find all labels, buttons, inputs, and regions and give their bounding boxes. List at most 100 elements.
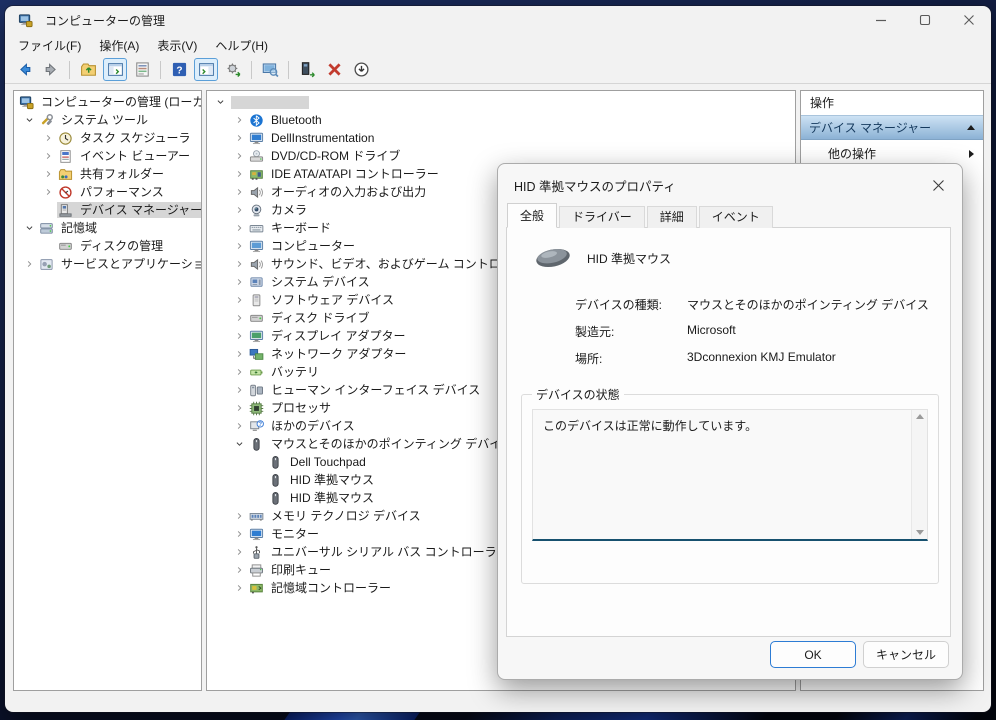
menu-bar: ファイル(F)操作(A)表示(V)ヘルプ(H) [5,34,991,56]
console-tree-item-5[interactable]: パフォーマンス [14,183,201,201]
ok-button[interactable]: OK [770,641,856,668]
disk-drive-icon [248,311,265,326]
chevron-right-icon[interactable] [230,148,248,164]
console-tree-item-1[interactable]: システム ツール [14,111,201,129]
chevron-down-icon[interactable] [230,436,248,452]
disk-management-icon [57,239,74,254]
console-tree-item-2[interactable]: タスク スケジューラ [14,129,201,147]
chevron-right-icon[interactable] [230,418,248,434]
disable-device-button[interactable] [349,58,373,81]
scroll-up-icon[interactable] [916,414,924,419]
chevron-right-icon[interactable] [230,544,248,560]
chevron-right-icon[interactable] [39,130,57,146]
uninstall-device-button[interactable] [322,58,346,81]
console-tree-item-8[interactable]: ディスクの管理 [14,237,201,255]
back-button[interactable] [12,58,36,81]
properties-button[interactable] [130,58,154,81]
dvd-drive-icon [248,149,265,164]
chevron-slot [249,454,267,470]
scan-hardware-button[interactable] [221,58,245,81]
tree-item-label: サービスとアプリケーション [58,255,202,273]
chevron-right-icon[interactable] [230,310,248,326]
chevron-right-icon[interactable] [230,184,248,200]
chevron-right-icon[interactable] [230,580,248,596]
dialog-close-button[interactable] [925,173,951,197]
chevron-right-icon[interactable] [230,292,248,308]
tab-driver[interactable]: ドライバー [559,206,645,228]
console-tree-icon [107,61,124,78]
chevron-right-icon[interactable] [230,220,248,236]
chevron-right-icon[interactable] [39,148,57,164]
scroll-down-icon[interactable] [916,530,924,535]
device-item-1[interactable]: Bluetooth [207,111,795,129]
maximize-button[interactable] [903,6,947,34]
chevron-right-icon[interactable] [230,562,248,578]
chevron-right-icon[interactable] [39,166,57,182]
update-driver-button[interactable] [295,58,319,81]
chevron-down-icon[interactable] [211,94,229,110]
chevron-down-icon[interactable] [20,112,38,128]
menu-file[interactable]: ファイル(F) [9,35,90,56]
chevron-right-icon[interactable] [230,166,248,182]
console-tree-item-0[interactable]: コンピューターの管理 (ローカル) [14,93,201,111]
chevron-slot [39,238,57,254]
tab-details[interactable]: 詳細 [647,206,697,228]
console-tree-item-4[interactable]: 共有フォルダー [14,165,201,183]
chevron-right-icon[interactable] [230,400,248,416]
action-pane-toggle-button[interactable] [194,58,218,81]
chevron-right-icon[interactable] [39,184,57,200]
actions-group-device-manager[interactable]: デバイス マネージャー [801,115,983,140]
speaker-icon [248,185,265,200]
tree-item-label: ディスク ドライブ [268,309,373,327]
tree-item-label: プロセッサ [268,399,334,417]
chevron-right-icon[interactable] [230,256,248,272]
up-level-button[interactable] [76,58,100,81]
console-tree-toggle-button[interactable] [103,58,127,81]
system-devices-icon [248,275,265,290]
device-item-2[interactable]: DellInstrumentation [207,129,795,147]
chevron-right-icon[interactable] [230,238,248,254]
device-item-0[interactable] [207,93,795,111]
help-button[interactable]: ? [167,58,191,81]
usb-controller-icon [248,545,265,560]
chevron-right-icon[interactable] [230,112,248,128]
collapse-icon [967,125,975,130]
tree-item-label: コンピューターの管理 (ローカル) [38,93,202,111]
disable-icon [353,61,370,78]
chevron-right-icon[interactable] [20,256,38,272]
remote-view-icon [262,61,279,78]
console-tree-item-3[interactable]: イベント ビューアー [14,147,201,165]
menu-help[interactable]: ヘルプ(H) [206,35,277,56]
status-scrollbar[interactable] [911,410,927,539]
chevron-down-icon[interactable] [20,220,38,236]
console-tree-item-9[interactable]: サービスとアプリケーション [14,255,201,273]
chevron-right-icon[interactable] [230,364,248,380]
chevron-right-icon[interactable] [230,508,248,524]
keyboard-icon [248,221,265,236]
menu-view[interactable]: 表示(V) [148,35,206,56]
chevron-right-icon[interactable] [230,328,248,344]
field-value: Microsoft [687,323,736,340]
chevron-right-icon[interactable] [230,274,248,290]
more-actions-label: 他の操作 [828,145,876,162]
close-button[interactable] [947,6,991,34]
scan-hardware-icon [225,61,242,78]
device-status-group: デバイスの状態 このデバイスは正常に動作しています。 [521,386,939,584]
tab-general[interactable]: 全般 [507,203,557,228]
remote-view-button[interactable] [258,58,282,81]
chevron-right-icon[interactable] [230,346,248,362]
cancel-button[interactable]: キャンセル [863,641,949,668]
tab-events[interactable]: イベント [699,206,773,228]
console-tree-item-6[interactable]: デバイス マネージャー [14,201,201,219]
field-value: マウスとそのほかのポインティング デバイス [687,296,929,313]
tab-strip: 全般ドライバー詳細イベント [507,203,775,228]
chevron-right-icon[interactable] [230,130,248,146]
minimize-button[interactable] [859,6,903,34]
battery-icon [248,365,265,380]
console-tree-item-7[interactable]: 記憶域 [14,219,201,237]
menu-action[interactable]: 操作(A) [90,35,148,56]
forward-button[interactable] [39,58,63,81]
chevron-right-icon[interactable] [230,382,248,398]
chevron-right-icon[interactable] [230,202,248,218]
chevron-right-icon[interactable] [230,526,248,542]
